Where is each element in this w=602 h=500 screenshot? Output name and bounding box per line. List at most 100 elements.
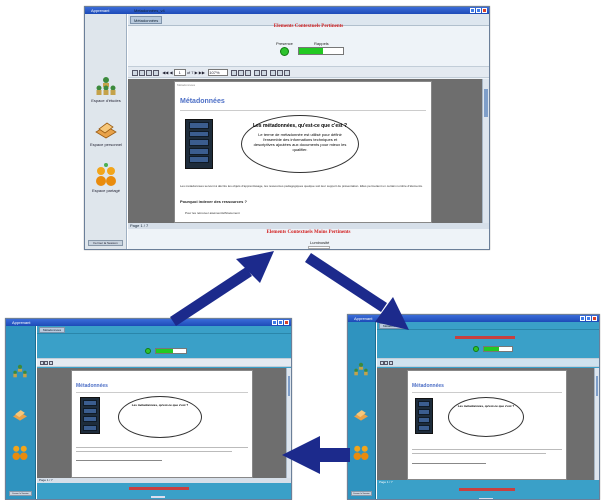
close-session-button[interactable]: Fermer la Session: [351, 491, 372, 496]
main-content: Métadonnées Métadonnées Les métadonnées,…: [377, 322, 599, 499]
text-line: [76, 447, 248, 448]
bubble-title: Les métadonnées, qu'est-ce que c'est ?: [131, 403, 189, 407]
window-controls: [272, 320, 289, 325]
presence-indicator: [145, 348, 151, 354]
minimize-button[interactable]: [470, 8, 475, 13]
doc-paragraph: Les métadonnées servent à décrire les ob…: [180, 184, 423, 188]
maximize-button[interactable]: [476, 8, 481, 13]
close-session-button[interactable]: Fermer la Session: [9, 491, 32, 496]
status-bar: Page 1 / 7: [37, 478, 291, 483]
snapshot-icon[interactable]: [260, 69, 267, 76]
zoom-out-icon[interactable]: [283, 69, 290, 76]
arrow-up-right: [170, 251, 274, 326]
search-icon[interactable]: [389, 361, 393, 365]
page-input[interactable]: 1: [173, 69, 186, 77]
luminosity-slider[interactable]: [308, 246, 330, 249]
window-title: Apprenant: [354, 316, 373, 321]
title-rule: [412, 392, 562, 393]
tab-strip: Métadonnées: [37, 326, 291, 334]
pdf-toolbar: ◀◀ ◀ 1 of 7 ▶ ▶▶ 107%: [128, 66, 489, 78]
group-icon: [96, 163, 116, 186]
print-icon[interactable]: [384, 361, 388, 365]
right-screenshot: Apprenant Fermer la Session Métadonnées …: [347, 314, 600, 500]
minimize-button[interactable]: [580, 316, 585, 321]
viewer-scrollbar[interactable]: [286, 368, 291, 478]
sidebar-item-partage[interactable]: Espace partagé: [85, 162, 127, 193]
books-icon: [13, 410, 27, 421]
document-viewer: Métadonnées Métadonnées Les métadonnées,…: [128, 79, 489, 223]
sidebar-item-etudes[interactable]: Espace d'études: [85, 76, 127, 103]
document-page: Métadonnées Les métadonnées, qu'est-ce q…: [71, 370, 253, 478]
group-icon: [12, 445, 28, 460]
tab-metadonnees[interactable]: Métadonnées: [130, 16, 163, 24]
text-line: [412, 463, 486, 464]
window-controls: [470, 8, 487, 13]
luminosity-slider[interactable]: [151, 496, 165, 498]
document-title: Métadonnées: [76, 383, 108, 389]
email-icon[interactable]: [146, 69, 152, 76]
close-button[interactable]: [284, 320, 289, 325]
filing-cabinet-image: [80, 397, 100, 434]
save-icon[interactable]: [132, 69, 138, 76]
title-rule: [180, 110, 426, 111]
viewer-scrollbar[interactable]: [482, 79, 489, 223]
people-icon: [96, 77, 116, 95]
bubble-title: Les métadonnées, qu'est-ce que c'est ?: [457, 404, 515, 408]
sidebar: Fermer la Session: [6, 326, 36, 499]
close-button[interactable]: [592, 316, 597, 321]
document-title: Métadonnées: [180, 98, 225, 105]
pertinent-elements-header: Elements Contextuels Pertinents: [273, 24, 344, 29]
group-icon: [353, 445, 369, 460]
main-content: Métadonnées Métadonnées Les métadonnées,…: [37, 326, 291, 499]
less-pertinent-header: [129, 487, 189, 490]
viewer-scrollbar[interactable]: [594, 368, 599, 480]
window-title: Apprenant: [91, 8, 110, 13]
maximize-button[interactable]: [586, 316, 591, 321]
hand-tool-icon[interactable]: [269, 69, 276, 76]
maximize-button[interactable]: [278, 320, 283, 325]
window-titlebar: Apprenant: [6, 319, 291, 326]
select-icon[interactable]: [253, 69, 260, 76]
rotate-icon[interactable]: [244, 69, 251, 76]
search-icon[interactable]: [49, 361, 53, 365]
tab-strip: Métadonnées: [377, 322, 599, 330]
page-count: of 7: [186, 70, 194, 75]
width-fit-icon[interactable]: [237, 69, 244, 76]
page-fit-icon[interactable]: [230, 69, 237, 76]
title-rule: [76, 392, 248, 393]
doc-question: Pourquoi indexer des ressources ?: [180, 199, 247, 204]
document-tab[interactable]: Metadonnées_v4: [134, 8, 165, 14]
filing-cabinet-image: [415, 398, 433, 434]
progress-fill: [299, 48, 324, 54]
presence-label: Presence: [276, 41, 293, 46]
page-indicator: Page 1 / 7: [130, 223, 149, 228]
document-page: Métadonnées Les métadonnées, qu'est-ce q…: [407, 370, 567, 480]
filing-cabinet-image: [185, 119, 213, 169]
tab-metadonnees[interactable]: Métadonnées: [379, 323, 406, 329]
zoom-in-icon[interactable]: [276, 69, 283, 76]
tab-metadonnees[interactable]: Métadonnées: [39, 327, 66, 333]
search-icon[interactable]: [153, 69, 159, 76]
books-icon: [95, 122, 117, 139]
close-button[interactable]: [482, 8, 487, 13]
page-indicator: Page 1 / 7: [379, 480, 393, 484]
print-icon[interactable]: [139, 69, 145, 76]
less-pertinent-header: Elements Contextuels Moins Pertinents: [266, 230, 351, 235]
print-icon[interactable]: [44, 361, 48, 365]
progress-label: Rappels: [314, 41, 329, 46]
sidebar-label: Espace personnel: [89, 142, 123, 147]
books-icon: [354, 410, 368, 421]
sidebar-item-personnel[interactable]: Espace personnel: [85, 120, 127, 147]
status-bar: Page 1 / 7: [128, 223, 489, 229]
close-session-button[interactable]: Fermer la Session: [88, 240, 123, 246]
diagram-canvas: Apprenant Espace d'études Espace personn…: [0, 0, 602, 500]
doc-bullet: Pour les retrouver aisément/efficacement: [185, 211, 240, 215]
window-controls: [580, 316, 597, 321]
page-indicator: Page 1 / 7: [39, 478, 53, 482]
text-line: [76, 451, 232, 452]
zoom-select[interactable]: 107%: [208, 69, 229, 77]
bubble-text: Le terme de métadonnée est utilisé pour …: [253, 132, 347, 152]
minimize-button[interactable]: [272, 320, 277, 325]
less-pertinent-header: [459, 488, 515, 491]
luminosity-label: Luminosité: [310, 240, 330, 245]
